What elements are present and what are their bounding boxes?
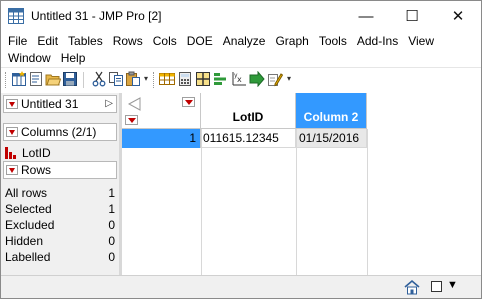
row-state-value: 0 [108,218,115,232]
row-state-all-rows: All rows 1 [3,185,117,201]
menu-cols[interactable]: Cols [146,33,177,49]
close-button[interactable]: ✕ [435,1,481,31]
menu-tables[interactable]: Tables [61,33,103,49]
cut-icon[interactable] [91,71,107,87]
menu-file[interactable]: File [1,33,27,49]
row-state-label: Labelled [5,250,51,264]
rows-panel-header[interactable]: Rows [3,161,117,179]
title-bar: Untitled 31 - JMP Pro [2] — ☐ ✕ [1,1,481,31]
edit-icon[interactable] [267,71,283,87]
svg-text:y: y [234,72,238,79]
toolbar-overflow-icon[interactable]: ▾ [144,74,148,83]
column-name: LotID [22,146,51,160]
menu-add-ins[interactable]: Add-Ins [350,33,398,49]
row-state-label: Hidden [5,234,44,248]
select-all-columns-icon[interactable] [128,97,142,111]
menu-doe[interactable]: DOE [180,33,213,49]
window-list-dropdown-icon[interactable]: ▼ [447,279,458,291]
column-list-item[interactable]: LotID [3,145,117,161]
table-panel-header[interactable]: Untitled 31 ▷ [3,95,117,113]
status-bar: ▼ [1,275,481,298]
window-title: Untitled 31 - JMP Pro [2] [31,9,162,23]
toolbar: ▾ x y ▾ [1,67,481,91]
grid-icon[interactable] [195,71,211,87]
open-icon[interactable] [45,71,61,87]
expand-arrow-icon[interactable]: ▷ [105,98,113,109]
row-state-selected: Selected 1 [3,201,117,217]
row-state-label: Selected [5,202,52,216]
home-window-icon[interactable] [403,279,421,296]
toolbar-overflow-icon-2[interactable]: ▾ [287,74,291,83]
row-header-1[interactable]: 1 [122,129,201,148]
calculator-icon[interactable] [177,71,193,87]
maximize-icon: ☐ [405,8,419,25]
row-state-hidden: Hidden 0 [3,233,117,249]
row-state-value: 0 [108,234,115,248]
row-state-value: 1 [108,202,115,216]
row-state-labelled: Labelled 0 [3,249,117,265]
menu-graph[interactable]: Graph [268,33,308,49]
save-icon[interactable] [62,71,78,87]
row-state-label: Excluded [5,218,55,232]
fit-y-by-x-icon[interactable]: x y [231,71,247,87]
menu-window[interactable]: Window [1,50,51,66]
red-triangle-menu-icon[interactable] [6,99,18,109]
grid-corner[interactable] [122,93,201,129]
menu-view[interactable]: View [401,33,434,49]
close-icon: ✕ [451,8,465,25]
row-states-table: All rows 1 Selected 1 Excluded 0 Hidden 0 La… [3,185,117,265]
data-grid: LotID Column 2 1 011615.12345 01/15/2016 [122,93,481,275]
distribution-icon[interactable] [213,71,229,87]
menu-tools[interactable]: Tools [312,33,347,49]
table-name: Untitled 31 [21,97,79,111]
columns-panel-header[interactable]: Columns (2/1) [3,123,117,141]
menu-row-1: File Edit Tables Rows Cols DOE Analyze G… [1,33,437,49]
rows-red-triangle-icon[interactable] [125,115,138,125]
grid-line [296,129,297,275]
nominal-column-icon [5,147,17,159]
minimize-icon: — [358,7,374,25]
data-table-icon[interactable] [159,71,175,87]
menu-bar: File Edit Tables Rows Cols DOE Analyze G… [1,33,481,67]
fit-model-icon[interactable] [249,71,265,87]
new-script-icon[interactable] [28,71,44,87]
app-window: Untitled 31 - JMP Pro [2] — ☐ ✕ File Edi… [0,0,482,299]
menu-edit[interactable]: Edit [30,33,58,49]
row-state-excluded: Excluded 0 [3,217,117,233]
columns-count: Columns (2/1) [21,125,97,139]
column-header-column-2[interactable]: Column 2 [296,93,367,129]
table-cell-lotid[interactable]: 011615.12345 [201,129,296,148]
grid-line [367,129,368,275]
jmp-table-icon [8,8,24,24]
red-triangle-menu-icon[interactable] [6,165,18,175]
row-state-value: 0 [108,250,115,264]
menu-rows[interactable]: Rows [106,33,143,49]
window-list-icon[interactable] [431,281,442,292]
columns-red-triangle-icon[interactable] [182,97,195,107]
rows-label: Rows [21,163,52,177]
row-state-label: All rows [5,186,48,200]
left-panel: Untitled 31 ▷ Columns (2/1) LotID Rows A… [1,93,119,275]
red-triangle-menu-icon[interactable] [6,127,18,137]
maximize-button[interactable]: ☐ [389,1,435,31]
minimize-button[interactable]: — [343,1,389,31]
menu-row-2: Window Help [1,50,88,66]
column-header-lotid[interactable]: LotID [201,93,296,129]
paste-icon[interactable] [125,71,141,87]
menu-help[interactable]: Help [54,50,86,66]
table-cell-column-2[interactable]: 01/15/2016 [296,129,367,148]
toolbar-separator [83,72,84,88]
new-table-icon[interactable] [11,71,27,87]
menu-analyze[interactable]: Analyze [216,33,266,49]
grid-line [201,129,202,275]
row-state-value: 1 [108,186,115,200]
toolbar-grip[interactable] [5,72,8,88]
svg-text:x: x [237,75,242,84]
toolbar-grip[interactable] [153,72,156,88]
copy-icon[interactable] [108,71,124,87]
